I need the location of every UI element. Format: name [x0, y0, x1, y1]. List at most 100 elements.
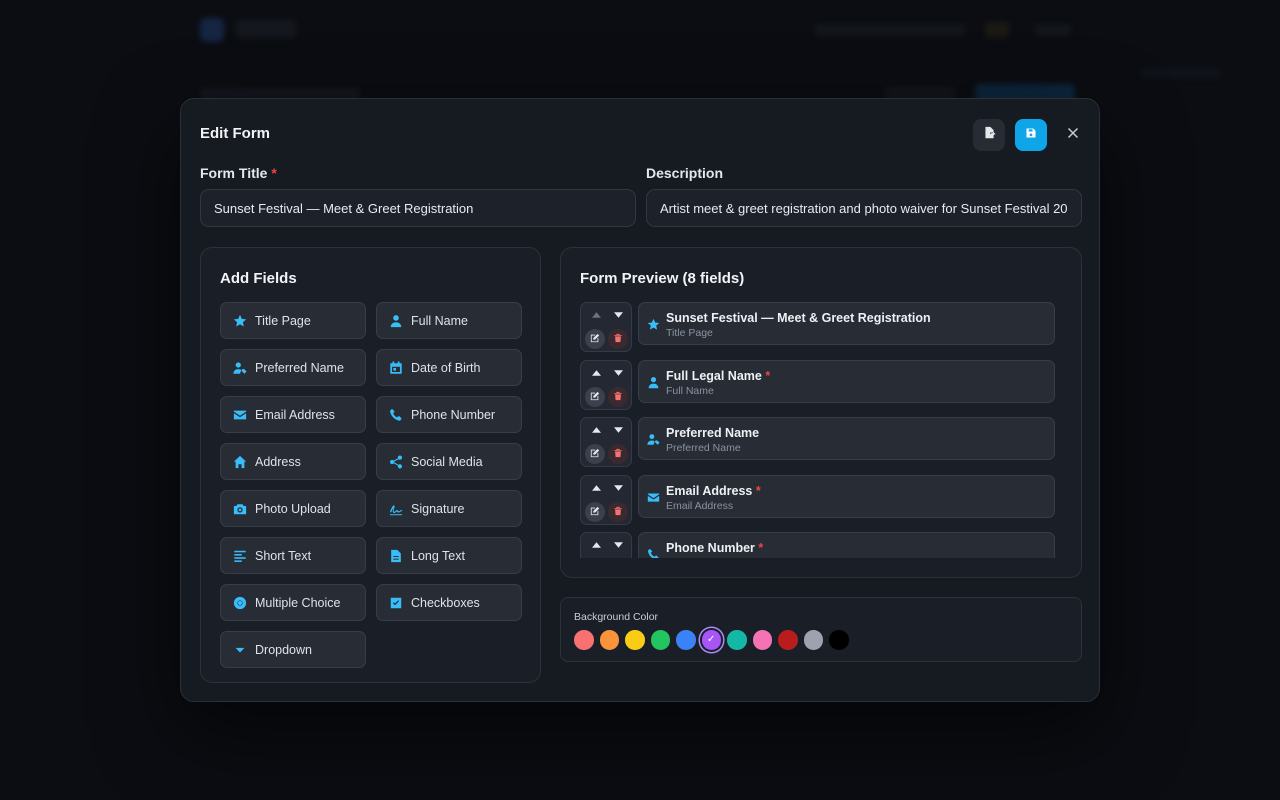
close-icon: [1067, 126, 1079, 144]
row-controls: [580, 532, 632, 558]
color-swatch[interactable]: [778, 630, 798, 650]
edit-icon: [590, 445, 600, 463]
preview-field-card[interactable]: Phone Number * Phone Number: [638, 532, 1055, 558]
add-field-label: Date of Birth: [411, 360, 481, 375]
edit-icon: [590, 330, 600, 348]
delete-field-button[interactable]: [608, 386, 628, 407]
trash-icon: [613, 503, 623, 521]
move-down-button[interactable]: [611, 310, 625, 320]
color-swatch[interactable]: [599, 630, 619, 650]
add-field-address[interactable]: Address: [220, 443, 366, 480]
preview-field-type: Title Page: [666, 327, 713, 339]
preview-row: Preferred Name Preferred Name: [580, 417, 1057, 467]
color-swatch[interactable]: [829, 630, 849, 650]
preview-list[interactable]: Sunset Festival — Meet & Greet Registrat…: [580, 302, 1057, 558]
form-preview-panel: Form Preview (8 fields) Sunset Festival …: [560, 247, 1082, 578]
color-swatch[interactable]: ✓: [701, 630, 721, 650]
required-mark: *: [755, 483, 761, 498]
move-up-button[interactable]: [589, 310, 603, 320]
preview-field-type: Phone Number: [666, 557, 737, 558]
move-up-button[interactable]: [589, 368, 603, 378]
trash-icon: [613, 388, 623, 406]
add-field-social-media[interactable]: Social Media: [376, 443, 522, 480]
add-field-photo-upload[interactable]: Photo Upload: [220, 490, 366, 527]
add-field-title-page[interactable]: Title Page: [220, 302, 366, 339]
color-swatch[interactable]: [752, 630, 772, 650]
color-swatch[interactable]: [650, 630, 670, 650]
add-field-label: Preferred Name: [255, 360, 344, 375]
short-text-icon: [232, 548, 247, 563]
add-field-phone-number[interactable]: Phone Number: [376, 396, 522, 433]
preview-field-card[interactable]: Full Legal Name * Full Name: [638, 359, 1055, 403]
form-title-label-text: Form Title: [200, 165, 268, 181]
form-title-input[interactable]: [200, 189, 636, 227]
background-nav-link: [1035, 24, 1071, 36]
preview-field-card[interactable]: Email Address * Email Address: [638, 474, 1055, 518]
camera-icon: [232, 501, 247, 516]
delete-field-button[interactable]: [608, 444, 628, 464]
preview-field-type: Email Address: [666, 499, 734, 512]
preview-field-name: Full Legal Name *: [666, 369, 770, 383]
background-color-label: Background Color: [574, 611, 659, 623]
preview-row: Full Legal Name * Full Name: [580, 359, 1057, 410]
color-swatch[interactable]: [727, 630, 747, 650]
move-down-button[interactable]: [611, 425, 625, 435]
color-swatches: ✓: [574, 630, 849, 650]
row-controls: [580, 417, 632, 467]
row-controls: [580, 474, 632, 525]
caret-down-icon: [232, 642, 247, 657]
user-tag-icon: [647, 433, 660, 451]
edit-field-button[interactable]: [585, 444, 605, 464]
add-field-label: Long Text: [411, 548, 465, 563]
move-up-button[interactable]: [589, 483, 603, 493]
add-field-email-address[interactable]: Email Address: [220, 396, 366, 433]
move-up-button[interactable]: [589, 540, 603, 550]
preview-field-card[interactable]: Sunset Festival — Meet & Greet Registrat…: [638, 302, 1055, 345]
add-field-label: Email Address: [255, 407, 335, 422]
add-field-preferred-name[interactable]: Preferred Name: [220, 349, 366, 386]
background-logo: [200, 18, 224, 42]
export-button[interactable]: [973, 119, 1005, 151]
add-field-signature[interactable]: Signature: [376, 490, 522, 527]
background-brand: [236, 20, 296, 38]
add-field-label: Full Name: [411, 313, 468, 328]
star-icon: [647, 318, 660, 336]
add-field-label: Short Text: [255, 548, 312, 563]
field-name-text: Preferred Name: [666, 426, 760, 440]
add-field-checkboxes[interactable]: Checkboxes: [376, 584, 522, 621]
add-field-full-name[interactable]: Full Name: [376, 302, 522, 339]
preview-field-card[interactable]: Preferred Name Preferred Name: [638, 417, 1055, 460]
description-input[interactable]: [646, 189, 1082, 227]
add-field-date-of-birth[interactable]: Date of Birth: [376, 349, 522, 386]
required-mark: *: [271, 165, 277, 181]
move-down-button[interactable]: [611, 540, 625, 550]
move-up-button[interactable]: [589, 425, 603, 435]
envelope-icon: [232, 407, 247, 422]
document-icon: [388, 548, 403, 563]
move-down-button[interactable]: [611, 368, 625, 378]
user-icon: [647, 376, 660, 394]
color-swatch[interactable]: [625, 630, 645, 650]
edit-field-button[interactable]: [585, 501, 605, 522]
phone-icon: [647, 548, 660, 558]
color-swatch[interactable]: [803, 630, 823, 650]
delete-field-button[interactable]: [608, 329, 628, 349]
add-fields-panel: Add Fields Title Page Full Name Preferre…: [200, 247, 541, 683]
add-field-long-text[interactable]: Long Text: [376, 537, 522, 574]
trash-icon: [613, 330, 623, 348]
add-field-multiple-choice[interactable]: Multiple Choice: [220, 584, 366, 621]
save-button[interactable]: [1015, 119, 1047, 151]
add-field-dropdown[interactable]: Dropdown: [220, 631, 366, 668]
user-icon: [388, 313, 403, 328]
edit-field-button[interactable]: [585, 386, 605, 407]
preview-row: Email Address * Email Address: [580, 474, 1057, 525]
edit-field-button[interactable]: [585, 329, 605, 349]
add-field-short-text[interactable]: Short Text: [220, 537, 366, 574]
add-field-label: Photo Upload: [255, 501, 331, 516]
delete-field-button[interactable]: [608, 501, 628, 522]
close-button[interactable]: [1057, 119, 1089, 151]
color-swatch[interactable]: [676, 630, 696, 650]
required-mark: *: [765, 368, 771, 383]
move-down-button[interactable]: [611, 483, 625, 493]
color-swatch[interactable]: [574, 630, 594, 650]
